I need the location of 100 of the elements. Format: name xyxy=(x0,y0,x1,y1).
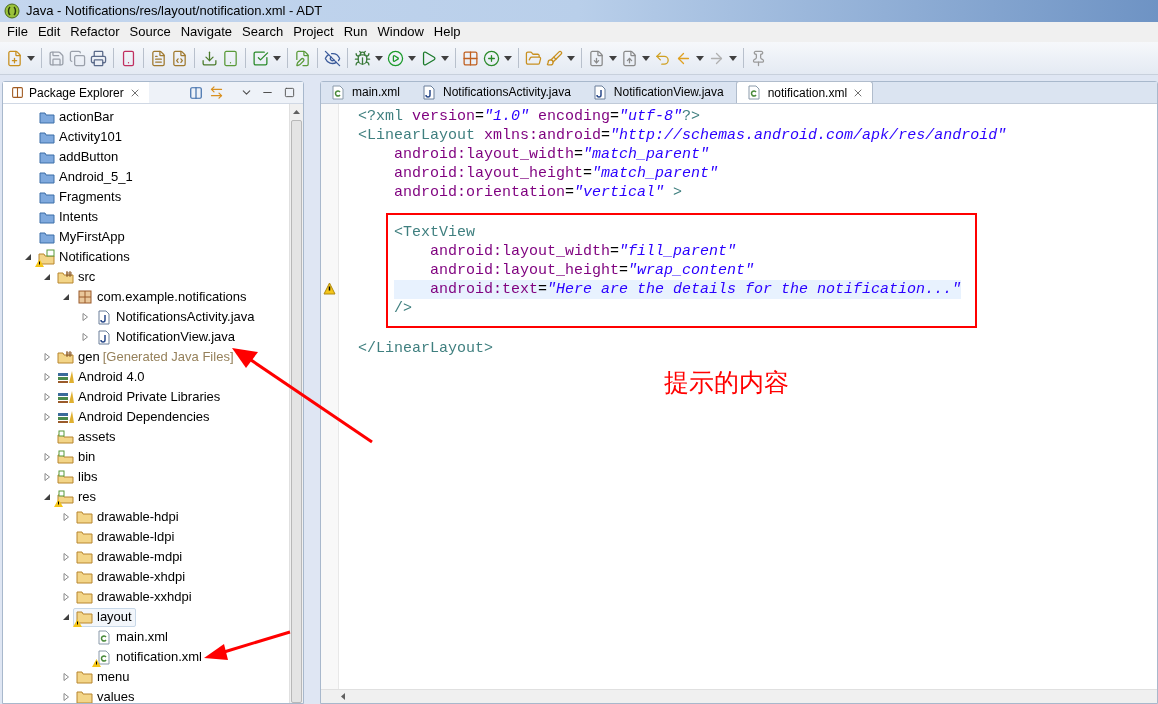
collapsed-arrow-icon[interactable] xyxy=(62,673,70,681)
code-file-icon[interactable] xyxy=(171,49,188,67)
menubar-entry[interactable]: Project xyxy=(288,22,339,42)
tree-item[interactable]: assets xyxy=(54,427,120,447)
expanded-arrow-icon[interactable] xyxy=(43,273,51,281)
menubar-entry[interactable]: File xyxy=(2,22,33,42)
tree-item[interactable]: Android Dependencies xyxy=(54,407,214,427)
expanded-arrow-icon[interactable] xyxy=(43,493,51,501)
tree-item[interactable]: Android 4.0 xyxy=(54,367,149,387)
caret-icon[interactable] xyxy=(729,55,737,61)
tree-item[interactable]: drawable-hdpi xyxy=(73,507,183,527)
document-icon[interactable] xyxy=(150,49,167,67)
collapsed-arrow-icon[interactable] xyxy=(62,593,70,601)
menubar-entry[interactable]: Run xyxy=(338,22,373,42)
tree-item[interactable]: NotificationsActivity.java xyxy=(92,307,259,327)
tree-item[interactable]: com.example.notifications xyxy=(73,287,251,307)
editor-tab[interactable]: NotificationView.java xyxy=(582,81,732,103)
horizontal-scrollbar[interactable] xyxy=(321,689,1157,703)
tree-item[interactable]: drawable-xxhdpi xyxy=(73,587,196,607)
folder-icon xyxy=(38,109,56,125)
menubar-entry[interactable]: Edit xyxy=(32,22,66,42)
save-all-icon[interactable] xyxy=(69,49,86,67)
collapsed-arrow-icon[interactable] xyxy=(43,393,51,401)
collapsed-arrow-icon[interactable] xyxy=(43,473,51,481)
tree-item[interactable]: bin xyxy=(54,447,100,467)
caret-icon[interactable] xyxy=(441,55,449,61)
tree-item[interactable]: values xyxy=(73,687,139,703)
tree-item[interactable]: notification.xml xyxy=(92,647,206,667)
collapsed-arrow-icon[interactable] xyxy=(81,333,89,341)
grid-icon[interactable] xyxy=(462,49,479,67)
tree-item[interactable]: drawable-xhdpi xyxy=(73,567,190,587)
editor-tab[interactable]: main.xml xyxy=(321,81,408,103)
tree-item[interactable]: res xyxy=(54,487,101,507)
tree-item[interactable]: libs xyxy=(54,467,102,487)
collapsed-arrow-icon[interactable] xyxy=(62,513,70,521)
caret-icon[interactable] xyxy=(27,55,35,61)
editor-tab[interactable]: notification.xml xyxy=(735,81,874,103)
tree-item[interactable]: Fragments xyxy=(35,187,126,207)
print-icon[interactable] xyxy=(90,49,107,67)
link-editor-icon[interactable] xyxy=(209,85,224,100)
new-document-icon[interactable] xyxy=(294,49,311,67)
caret-icon[interactable] xyxy=(567,55,575,61)
menubar-entry[interactable]: Help xyxy=(428,22,466,42)
collapsed-arrow-icon[interactable] xyxy=(43,453,51,461)
vertical-scrollbar[interactable] xyxy=(289,104,303,703)
expanded-arrow-icon[interactable] xyxy=(62,293,70,301)
menubar-entry[interactable]: Window xyxy=(372,22,429,42)
scroll-left-arrow-icon[interactable] xyxy=(341,693,345,700)
caret-icon[interactable] xyxy=(408,55,416,61)
tree-item[interactable]: menu xyxy=(73,667,134,687)
collapsed-arrow-icon[interactable] xyxy=(43,413,51,421)
menubar-entry[interactable]: Refactor xyxy=(65,22,125,42)
tablet-icon[interactable] xyxy=(222,49,239,67)
pin-icon[interactable] xyxy=(750,49,767,67)
collapsed-arrow-icon[interactable] xyxy=(81,313,89,321)
expanded-arrow-icon[interactable] xyxy=(62,613,70,621)
collapsed-arrow-icon[interactable] xyxy=(62,553,70,561)
run-tool-icon[interactable] xyxy=(420,49,437,67)
view-tab[interactable]: Package Explorer xyxy=(3,82,149,103)
tree-item[interactable]: main.xml xyxy=(92,627,172,647)
tree-item[interactable]: actionBar xyxy=(35,107,118,127)
collapsed-arrow-icon[interactable] xyxy=(43,373,51,381)
collapse-all-icon[interactable] xyxy=(189,85,203,100)
collapsed-arrow-icon[interactable] xyxy=(43,353,51,361)
hidden-icon[interactable] xyxy=(324,49,341,67)
tree-item[interactable]: drawable-ldpi xyxy=(73,527,179,547)
maximize-icon[interactable] xyxy=(284,87,295,98)
caret-icon[interactable] xyxy=(375,55,383,61)
menubar-entry[interactable]: Navigate xyxy=(175,22,237,42)
device-icon[interactable] xyxy=(120,49,137,67)
expanded-arrow-icon[interactable] xyxy=(24,253,32,261)
download-icon[interactable] xyxy=(201,49,218,67)
editor-tab[interactable]: NotificationsActivity.java xyxy=(412,81,579,103)
menubar-entry[interactable]: Search xyxy=(237,22,289,42)
scroll-up-arrow-icon[interactable] xyxy=(293,110,300,114)
caret-icon[interactable] xyxy=(504,55,512,61)
tree-item[interactable]: Android Private Libraries xyxy=(54,387,225,407)
caret-icon[interactable] xyxy=(696,55,704,61)
tree-item[interactable]: MyFirstApp xyxy=(35,227,129,247)
open-folder-icon[interactable] xyxy=(525,49,542,67)
add-class-icon[interactable] xyxy=(483,49,500,67)
tree-item[interactable]: addButton xyxy=(35,147,123,167)
collapsed-arrow-icon[interactable] xyxy=(62,573,70,581)
caret-icon[interactable] xyxy=(273,55,281,61)
tree-item[interactable]: NotificationView.java xyxy=(92,327,239,347)
tree-item[interactable]: src xyxy=(54,267,100,287)
collapsed-arrow-icon[interactable] xyxy=(62,693,70,701)
tree-item[interactable]: Intents xyxy=(35,207,103,227)
checkbox-icon[interactable] xyxy=(252,49,269,67)
save-icon[interactable] xyxy=(48,49,65,67)
tree-item[interactable]: gen [Generated Java Files] xyxy=(54,347,238,367)
tree-item[interactable]: Android_5_1 xyxy=(35,167,137,187)
tree-item[interactable]: Activity101 xyxy=(35,127,126,147)
bug-icon[interactable] xyxy=(354,49,371,67)
menubar-entry[interactable]: Source xyxy=(124,22,176,42)
caret-icon[interactable] xyxy=(642,55,650,61)
tree-item[interactable]: Notifications xyxy=(35,247,134,267)
tree-item[interactable]: layout xyxy=(73,607,136,627)
tree-item[interactable]: drawable-mdpi xyxy=(73,547,187,567)
caret-icon[interactable] xyxy=(609,55,617,61)
